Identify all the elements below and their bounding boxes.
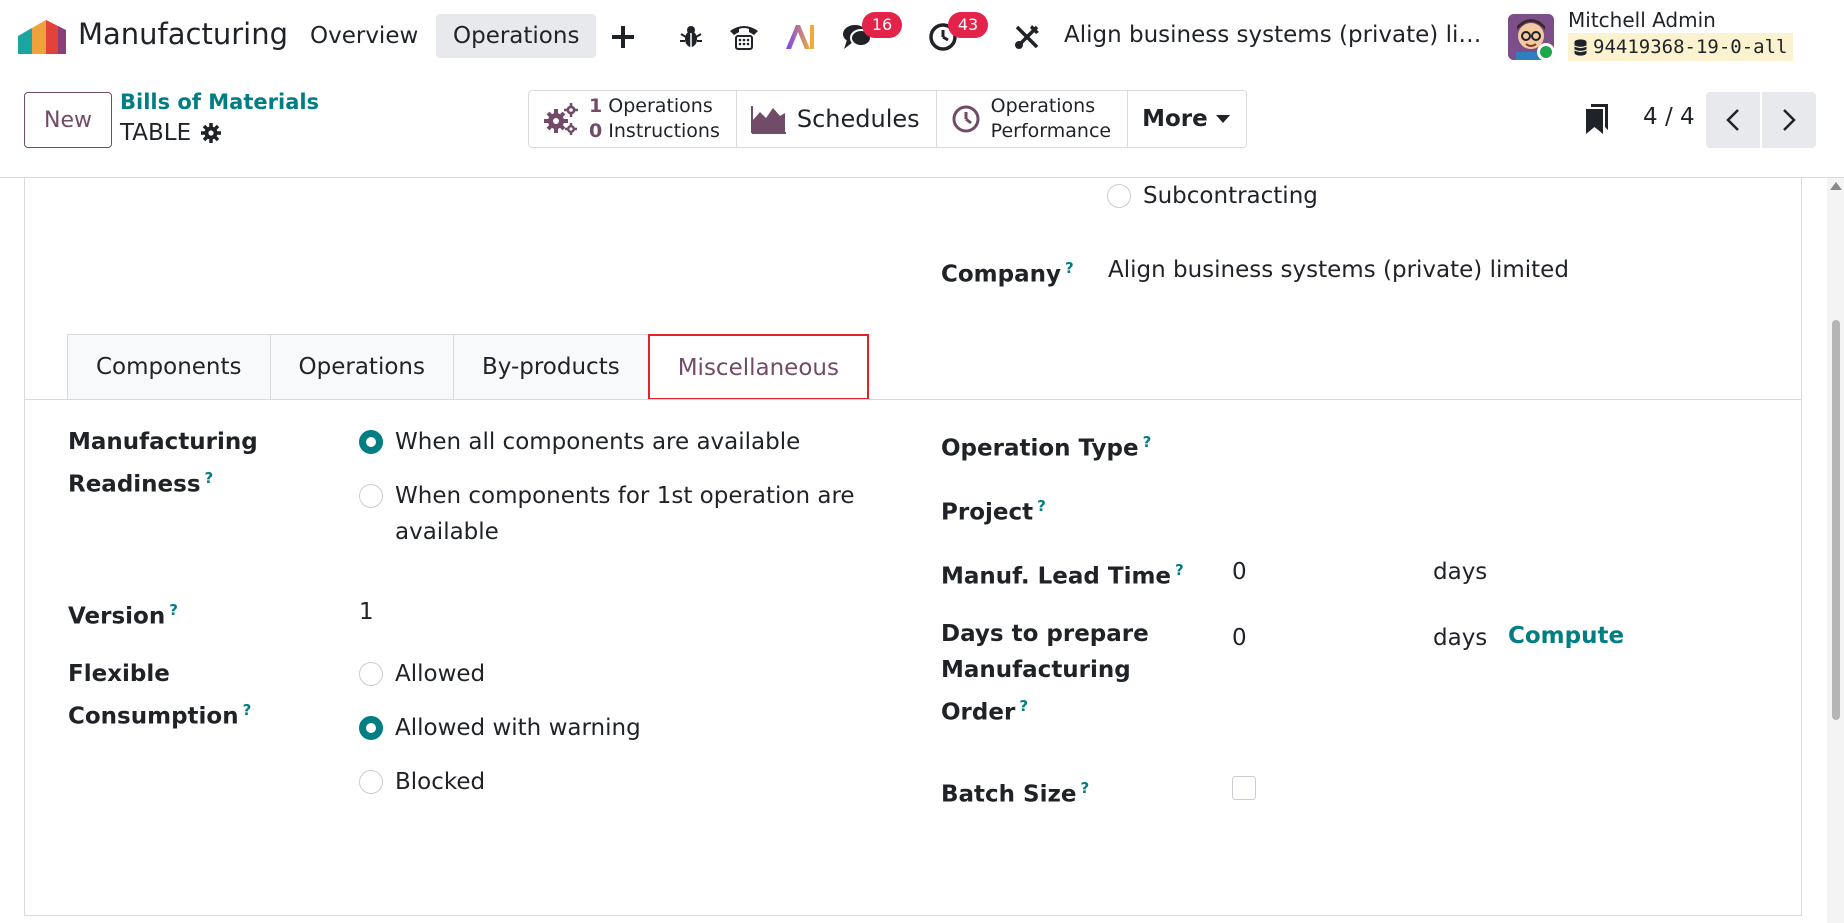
bookmark-icon[interactable] (1586, 104, 1608, 134)
days-to-prepare-input[interactable]: 0 (1232, 620, 1247, 656)
readiness-all-available-label: When all components are available (395, 429, 801, 455)
bom-type-subcontracting-label: Subcontracting (1143, 183, 1318, 209)
tab-miscellaneous[interactable]: Miscellaneous (647, 334, 869, 400)
record-title: TABLE (120, 120, 222, 146)
database-icon (1574, 38, 1587, 56)
scroll-up-arrow-icon[interactable] (1830, 182, 1842, 190)
app-name[interactable]: Manufacturing (78, 17, 288, 51)
readiness-first-operation-label-1: When components for 1st operation are (395, 483, 855, 509)
help-tooltip-icon[interactable]: ? (1065, 259, 1074, 277)
version-label: Version? (68, 601, 178, 630)
flex-blocked-label: Blocked (395, 769, 486, 795)
pager-previous-button[interactable] (1706, 92, 1760, 148)
help-tooltip-icon[interactable]: ? (243, 701, 252, 719)
flex-allowed-with-warning-label: Allowed with warning (395, 715, 641, 741)
readiness-first-operation-radio[interactable]: When components for 1st operation are av… (359, 478, 855, 550)
help-tooltip-icon[interactable]: ? (1143, 433, 1152, 451)
flex-allowed-radio[interactable]: Allowed (359, 656, 485, 692)
pager-next-button[interactable] (1762, 92, 1816, 148)
help-tooltip-icon[interactable]: ? (205, 469, 214, 487)
schedules-smart-button[interactable]: Schedules (736, 91, 937, 147)
manufacturing-readiness-label: Manufacturing Readiness? (68, 429, 258, 498)
menu-overview[interactable]: Overview (293, 14, 435, 58)
clock-icon (952, 105, 980, 133)
form-sheet: Subcontracting Company? Align business s… (24, 178, 1802, 916)
performance-line-1: Operations (990, 95, 1096, 117)
help-tooltip-icon[interactable]: ? (169, 601, 178, 619)
days-to-prepare-unit: days (1433, 625, 1488, 651)
batch-size-label: Batch Size? (941, 779, 1090, 808)
manufacturing-app-icon[interactable] (18, 20, 66, 54)
readiness-all-available-radio[interactable]: When all components are available (359, 424, 800, 460)
breadcrumb-bills-of-materials[interactable]: Bills of Materials (120, 90, 319, 114)
more-dropdown-button[interactable]: More (1128, 91, 1246, 147)
manuf-lead-time-label: Manuf. Lead Time? (941, 561, 1184, 590)
notebook-tabs: Components Operations By-products Miscel… (67, 334, 869, 400)
more-label: More (1142, 106, 1208, 132)
phone-icon[interactable] (727, 20, 761, 54)
company-field-value[interactable]: Align business systems (private) limited (1108, 252, 1569, 288)
activities-clock-icon[interactable]: 43 (926, 12, 988, 54)
company-switcher[interactable]: Align business systems (private) lim... (1064, 22, 1494, 48)
compute-button[interactable]: Compute (1508, 618, 1624, 654)
help-tooltip-icon[interactable]: ? (1175, 561, 1184, 579)
version-value[interactable]: 1 (359, 594, 374, 630)
plus-icon[interactable] (606, 20, 640, 54)
database-badge: 94419368-19-0-all (1568, 33, 1794, 61)
flex-allowed-with-warning-radio[interactable]: Allowed with warning (359, 710, 641, 746)
instructions-label: Instructions (608, 120, 720, 142)
user-name[interactable]: Mitchell Admin (1568, 8, 1716, 32)
operations-smart-button[interactable]: 1 Operations 0 Instructions (529, 91, 737, 147)
online-status-icon (1537, 43, 1555, 61)
control-panel: New Bills of Materials TABLE 1 Operation… (0, 74, 1844, 178)
readiness-first-operation-label-2: available (395, 519, 499, 545)
record-name: TABLE (120, 120, 192, 146)
activities-badge: 43 (948, 12, 988, 38)
database-name: 94419368-19-0-all (1593, 36, 1788, 58)
ai-icon[interactable] (783, 20, 817, 54)
flex-allowed-label: Allowed (395, 661, 486, 687)
flex-blocked-radio[interactable]: Blocked (359, 764, 485, 800)
area-chart-icon (750, 106, 786, 134)
help-tooltip-icon[interactable]: ? (1081, 779, 1090, 797)
help-tooltip-icon[interactable]: ? (1037, 497, 1046, 515)
tab-by-products[interactable]: By-products (452, 334, 649, 400)
messages-badge: 16 (862, 12, 902, 38)
performance-line-2: Performance (990, 120, 1112, 142)
help-tooltip-icon[interactable]: ? (1019, 697, 1028, 715)
new-button[interactable]: New (24, 92, 112, 148)
smart-buttons: 1 Operations 0 Instructions Schedules Op… (528, 90, 1247, 148)
messages-icon[interactable]: 16 (840, 12, 902, 54)
operations-label: Operations (608, 95, 713, 117)
tab-operations[interactable]: Operations (269, 334, 454, 400)
project-label: Project? (941, 497, 1046, 526)
company-field-label: Company? (941, 259, 1074, 288)
schedules-label: Schedules (796, 105, 920, 133)
operations-count: 1 (589, 95, 603, 117)
days-to-prepare-label: Days to prepare Manufacturing Order? (941, 621, 1149, 726)
chevron-left-icon (1726, 109, 1739, 131)
gears-icon (544, 103, 578, 135)
operation-type-label: Operation Type? (941, 433, 1152, 462)
instructions-count: 0 (589, 120, 603, 142)
pager-value[interactable]: 4 / 4 (1643, 104, 1695, 130)
bom-type-subcontracting-radio[interactable]: Subcontracting (1107, 178, 1318, 214)
batch-size-checkbox[interactable] (1232, 776, 1256, 800)
top-navbar: Manufacturing Overview Operations 16 43 … (0, 0, 1844, 74)
scrollbar-thumb[interactable] (1832, 320, 1840, 720)
chevron-right-icon (1783, 109, 1796, 131)
debug-bug-icon[interactable] (674, 20, 708, 54)
manuf-lead-time-unit: days (1433, 559, 1488, 585)
menu-operations[interactable]: Operations (436, 14, 597, 58)
caret-down-icon (1215, 115, 1230, 123)
operations-performance-smart-button[interactable]: Operations Performance (936, 91, 1129, 147)
gear-icon[interactable] (201, 123, 222, 143)
tab-components[interactable]: Components (67, 334, 271, 400)
manuf-lead-time-input[interactable]: 0 (1232, 554, 1247, 590)
tools-icon[interactable] (1010, 20, 1044, 54)
flexible-consumption-label: Flexible Consumption? (68, 661, 252, 730)
tabs-divider (25, 399, 1801, 400)
